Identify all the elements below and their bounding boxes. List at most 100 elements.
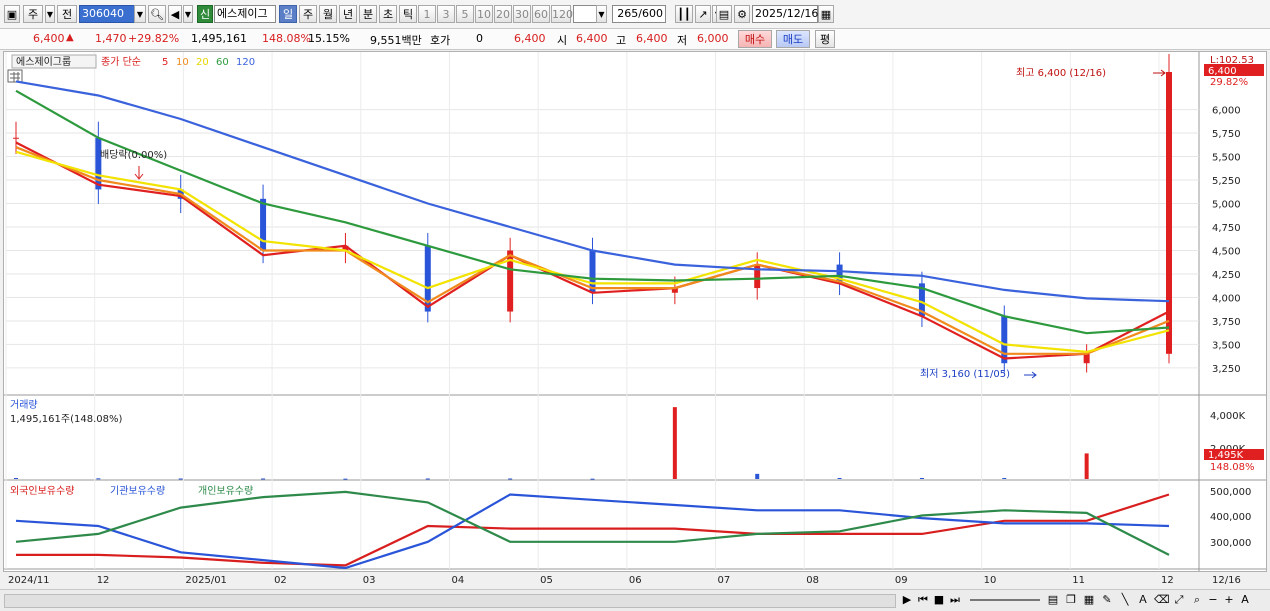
zoom-slider[interactable] xyxy=(970,599,1040,601)
line-icon[interactable]: ╲ xyxy=(1118,593,1132,607)
period-minute-button[interactable]: 분 xyxy=(359,5,377,23)
eraser-icon[interactable]: ⌫ xyxy=(1154,593,1170,607)
interval-button[interactable]: 30 xyxy=(513,5,531,23)
chart-scrollbar[interactable] xyxy=(4,594,896,608)
candle-body xyxy=(1001,316,1008,364)
market-select[interactable]: 주 xyxy=(23,5,43,23)
sell-button[interactable]: 매도 xyxy=(776,30,810,48)
speaker-dropdown-icon[interactable]: ▼ xyxy=(183,5,193,23)
interval-button[interactable]: 120 xyxy=(551,5,573,23)
rewind-icon[interactable]: ⏮ xyxy=(916,593,930,607)
period-tick-button[interactable]: 틱 xyxy=(399,5,417,23)
layout-icon[interactable]: ▤ xyxy=(1046,593,1060,607)
ma-title: 종가 단순 xyxy=(101,56,141,68)
market-dropdown-icon[interactable]: ▼ xyxy=(45,5,55,23)
period-month-button[interactable]: 월 xyxy=(319,5,337,23)
period-label: 일 xyxy=(282,8,294,21)
search-icon[interactable]: ⌕ xyxy=(1190,593,1204,607)
date-input[interactable]: 2025/12/16 xyxy=(752,5,818,23)
chart-svg[interactable]: 에스제이그룹 종가 단순 5 10 20 60 120 최고 6,400 (12… xyxy=(4,52,1266,588)
buy-label: 매수 xyxy=(744,33,766,46)
candle-type-icon[interactable]: ┃┃ xyxy=(675,5,693,23)
volume-bar xyxy=(1084,453,1089,479)
zoom-out-icon[interactable]: − xyxy=(1206,593,1220,607)
font-size-icon[interactable]: A xyxy=(1238,593,1252,607)
legend-foreign: 외국인보유수량 xyxy=(10,485,74,497)
play-icon[interactable]: ▶ xyxy=(900,593,914,607)
x-axis-label: 05 xyxy=(540,575,553,586)
holder-tick: 300,000 xyxy=(1210,538,1251,549)
fullscreen-icon[interactable]: ⤢ xyxy=(1172,593,1186,607)
period-label: 주 xyxy=(302,8,314,21)
text-icon[interactable]: Ａ xyxy=(1136,593,1150,607)
search-icon[interactable]: 🔍︎ xyxy=(148,5,166,23)
interval-button[interactable]: 10 xyxy=(475,5,493,23)
trade-amount: 9,551백만 xyxy=(370,34,422,47)
period-second-button[interactable]: 초 xyxy=(379,5,397,23)
eval-button[interactable]: 평 xyxy=(815,30,835,48)
x-axis-label: 02 xyxy=(274,575,287,586)
dividend-note: 배당락(0.00%) xyxy=(100,149,167,161)
period-week-button[interactable]: 주 xyxy=(299,5,317,23)
period-day-button[interactable]: 일 xyxy=(279,5,297,23)
save-icon[interactable]: ▤ xyxy=(716,5,732,23)
x-axis-label: 12 xyxy=(1161,575,1174,586)
print-icon[interactable]: ▦ xyxy=(1082,593,1096,607)
table-toggle-icon[interactable] xyxy=(7,69,23,83)
price-tick-label: 6,000 xyxy=(1212,106,1241,117)
last-price-label: 6,400 xyxy=(1208,66,1237,77)
interval-button[interactable]: 60 xyxy=(532,5,550,23)
low-note: 최저 3,160 (11/05) xyxy=(920,368,1010,380)
interval-button[interactable]: 5 xyxy=(456,5,474,23)
period-year-button[interactable]: 년 xyxy=(339,5,357,23)
compare-icon[interactable]: ↗ xyxy=(695,5,711,23)
copy-icon[interactable]: ❐ xyxy=(1064,593,1078,607)
ma-10-label: 10 xyxy=(176,57,189,68)
interval-button[interactable]: 20 xyxy=(494,5,512,23)
window-menu-icon[interactable]: ▣ xyxy=(4,5,20,23)
x-axis: 2024/11 12 2025/01 02 03 04 05 06 07 08 09 10 11 12 xyxy=(8,575,1174,586)
period-label: 월 xyxy=(322,8,334,21)
interval-label: 20 xyxy=(496,8,510,21)
volume-last-pct: 148.08% xyxy=(1210,462,1255,473)
high-note: 최고 6,400 (12/16) xyxy=(1016,67,1106,79)
buy-button[interactable]: 매수 xyxy=(738,30,772,48)
volume-title: 거래량 xyxy=(10,399,38,411)
volume-bar xyxy=(837,477,842,479)
chart-area[interactable]: 에스제이그룹 종가 단순 5 10 20 60 120 최고 6,400 (12… xyxy=(3,51,1267,586)
holder-tick: 400,000 xyxy=(1210,512,1251,523)
interval-label: 5 xyxy=(461,8,469,21)
interval-button[interactable]: 1 xyxy=(418,5,436,23)
prev-button[interactable]: 전 xyxy=(57,5,77,23)
settings-icon[interactable]: ⚙ xyxy=(734,5,750,23)
sell-label: 매도 xyxy=(782,33,804,46)
price-tick-label: 3,500 xyxy=(1212,340,1241,351)
volume-value-label: 1,495,161주(148.08%) xyxy=(10,414,122,425)
speaker-icon[interactable]: ◀ xyxy=(168,5,182,23)
code-input[interactable]: 306040 xyxy=(79,5,135,23)
stock-name-label: 에스제이그룹 xyxy=(16,56,71,68)
turnover: 15.15% xyxy=(308,32,350,45)
price-tick-label: 4,250 xyxy=(1212,270,1241,281)
hoga-value: 0 xyxy=(476,32,483,45)
period-label: 틱 xyxy=(402,8,414,21)
x-axis-label: 06 xyxy=(629,575,642,586)
draw-icon[interactable]: ✎ xyxy=(1100,593,1114,607)
zoom-in-icon[interactable]: + xyxy=(1222,593,1236,607)
new-badge: 신 xyxy=(197,5,213,23)
stop-icon[interactable]: ■ xyxy=(932,593,946,607)
price-tick-label: 5,750 xyxy=(1212,129,1241,140)
fast-forward-icon[interactable]: ⏭ xyxy=(948,593,962,607)
candle-body xyxy=(95,137,102,190)
last-pct-label: 29.82% xyxy=(1210,77,1248,88)
calendar-icon[interactable]: ▦ xyxy=(818,5,834,23)
stock-name-field: 에스제이그 xyxy=(214,5,276,23)
volume-bar xyxy=(672,407,677,479)
code-dropdown-icon[interactable]: ▼ xyxy=(134,5,146,23)
open-label: 시 xyxy=(557,34,568,47)
price-tick-label: 4,750 xyxy=(1212,223,1241,234)
x-axis-label: 07 xyxy=(718,575,731,586)
interval-dropdown-icon[interactable]: ▼ xyxy=(596,5,607,23)
count-field[interactable]: 265/600 xyxy=(612,5,666,23)
interval-button[interactable]: 3 xyxy=(437,5,455,23)
